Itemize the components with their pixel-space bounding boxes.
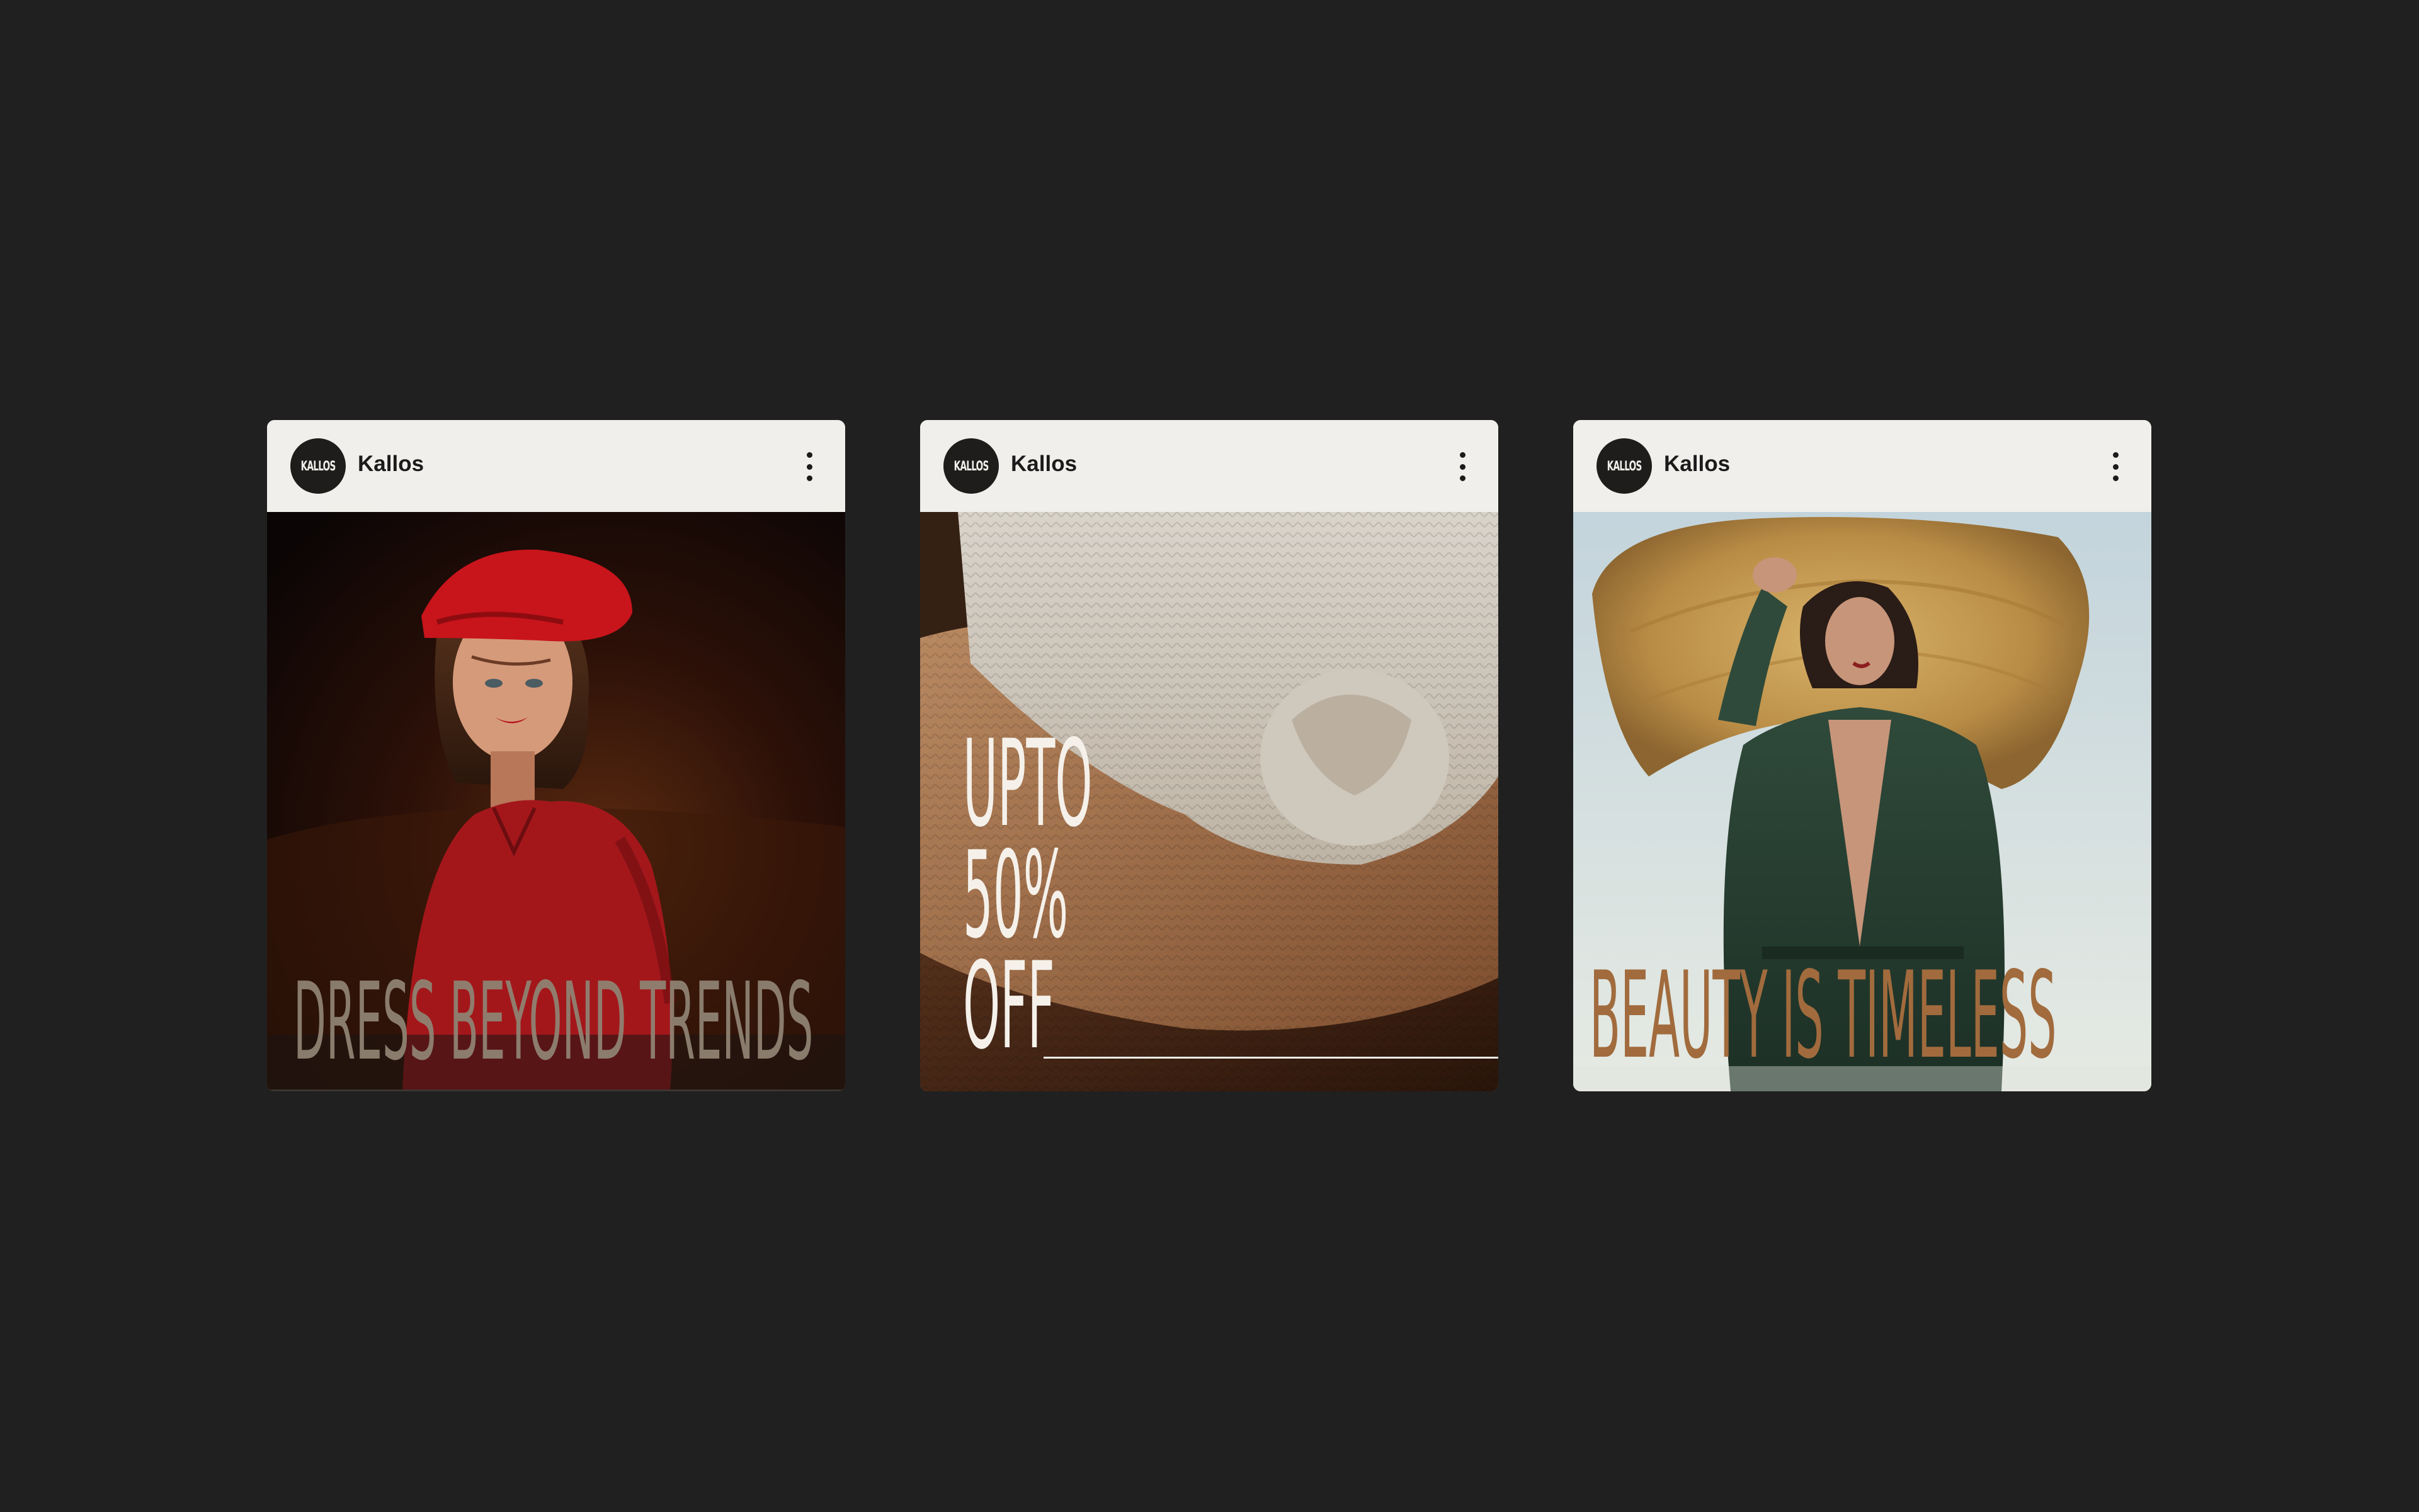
divider — [267, 1089, 845, 1091]
social-post-dress-beyond-trends[interactable]: KALLOS Kallos DRESS BEYOND TRENDS — [267, 420, 845, 1091]
post-image: DRESS BEYOND TRENDS — [267, 512, 845, 1091]
post-headline: BEAUTY IS TIMELESS — [1590, 946, 2057, 1085]
post-header: KALLOS Kallos — [920, 420, 1498, 512]
post-image: UPTO 50% OFF — [920, 512, 1498, 1091]
post-header: KALLOS Kallos — [267, 420, 845, 512]
sale-headline: UPTO 50% OFF — [963, 713, 1093, 1076]
more-vertical-icon[interactable] — [2111, 452, 2120, 481]
account-name[interactable]: Kallos — [358, 452, 424, 477]
headline-line-1: UPTO — [963, 713, 1093, 853]
social-post-sale[interactable]: KALLOS Kallos UPTO 50% OFF — [920, 420, 1498, 1091]
headline-rule — [1044, 1057, 1498, 1059]
post-headline: DRESS BEYOND TRENDS — [293, 960, 814, 1084]
post-image: BEAUTY IS TIMELESS — [1573, 512, 2151, 1091]
headline-line-2: 50% — [963, 825, 1069, 965]
account-name[interactable]: Kallos — [1011, 452, 1077, 477]
social-post-beauty-is-timeless[interactable]: KALLOS Kallos BEAUTY IS TIMELESS — [1573, 420, 2151, 1091]
avatar[interactable]: KALLOS — [290, 438, 346, 494]
post-header: KALLOS Kallos — [1573, 420, 2151, 512]
more-vertical-icon[interactable] — [1458, 452, 1467, 481]
account-name[interactable]: Kallos — [1664, 452, 1730, 477]
avatar[interactable]: KALLOS — [943, 438, 999, 494]
avatar[interactable]: KALLOS — [1597, 438, 1652, 494]
headline-line-3: OFF — [963, 936, 1055, 1076]
more-vertical-icon[interactable] — [805, 452, 814, 481]
